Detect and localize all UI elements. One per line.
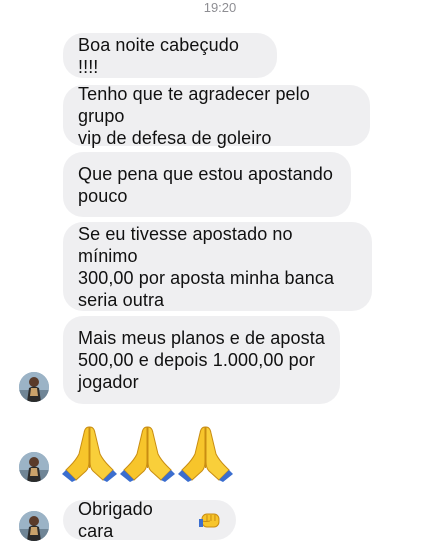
message-text: Que pena que estou apostando pouco: [78, 163, 334, 206]
oncoming-fist-icon: [199, 513, 220, 528]
message-bubble[interactable]: Boa noite cabeçudo !!!!: [63, 33, 277, 78]
message-text: Se eu tivesse apostado no mínimo 300,00 …: [78, 223, 335, 310]
message-bubble[interactable]: Tenho que te agradecer pelo grupo vip de…: [63, 83, 370, 148]
sender-avatar[interactable]: [19, 511, 49, 541]
message-text: Mais meus planos e de aposta 500,00 e de…: [78, 328, 325, 392]
message-text: Obrigado cara: [78, 499, 153, 541]
message-text: Tenho que te agradecer pelo grupo vip de…: [78, 83, 310, 148]
message-bubble[interactable]: Mais meus planos e de aposta 500,00 e de…: [63, 316, 340, 404]
avatar-photo-icon: [19, 372, 49, 402]
message-content: Obrigado cara: [78, 498, 221, 542]
folded-hands-icon: [178, 426, 233, 482]
emoji-message[interactable]: [62, 424, 233, 482]
folded-hands-icon: [120, 426, 175, 482]
avatar-photo-icon: [19, 452, 49, 482]
avatar-photo-icon: [19, 511, 49, 541]
message-bubble[interactable]: Obrigado cara: [63, 498, 236, 542]
folded-hands-icon: [62, 426, 117, 482]
timestamp: 19:20: [203, 0, 237, 15]
sender-avatar[interactable]: [19, 372, 49, 402]
message-bubble[interactable]: Se eu tivesse apostado no mínimo 300,00 …: [63, 222, 372, 311]
sender-avatar[interactable]: [19, 452, 49, 482]
message-bubble[interactable]: Que pena que estou apostando pouco: [63, 152, 351, 217]
message-text: Boa noite cabeçudo !!!!: [78, 34, 239, 77]
